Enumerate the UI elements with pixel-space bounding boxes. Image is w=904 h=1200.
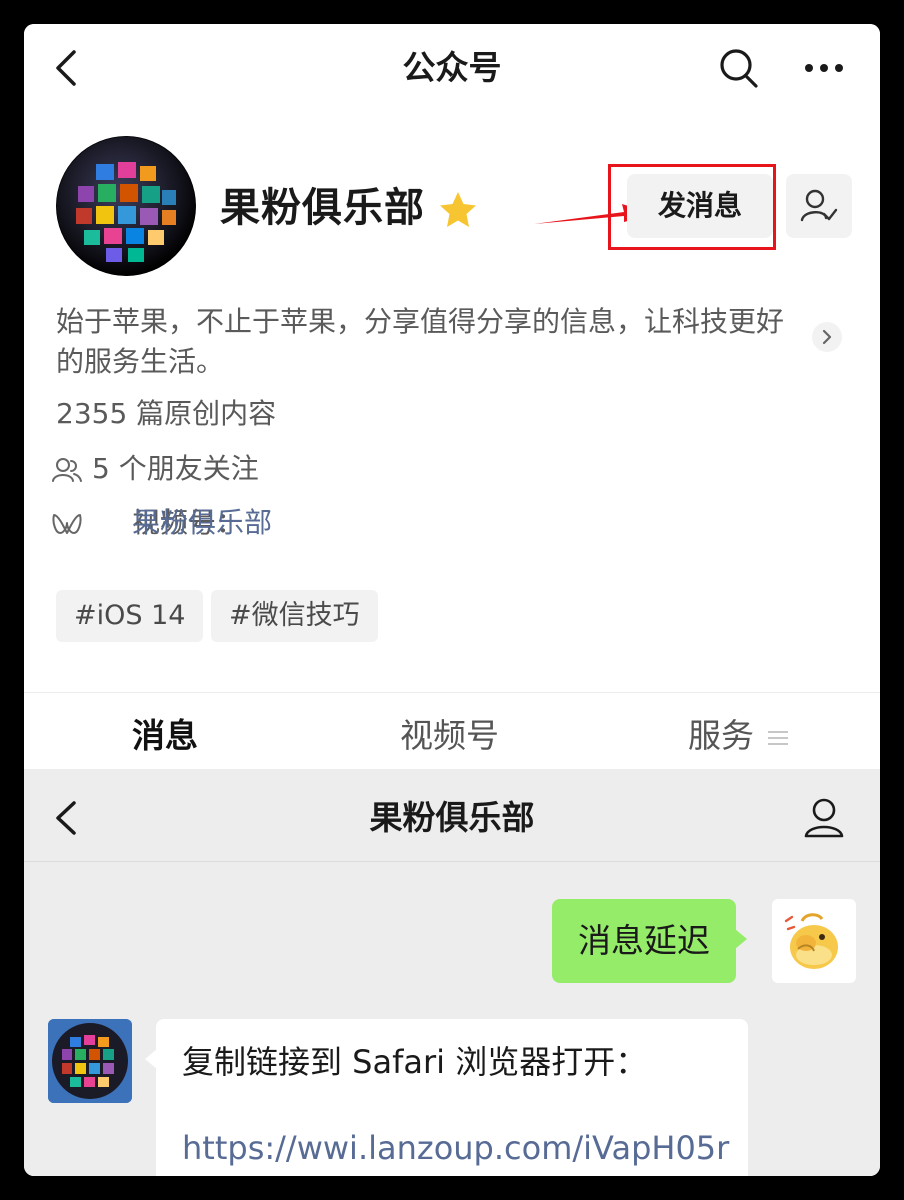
chat-nav-bar: 果粉俱乐部 xyxy=(24,769,880,862)
my-avatar[interactable] xyxy=(772,899,856,983)
original-content-count: 2355 篇原创内容 xyxy=(56,397,277,430)
tag-ios14[interactable]: #iOS 14 xyxy=(56,590,204,642)
official-account-profile: 公众号 果粉俱乐部 发消息 始于苹果，不止于苹果，分享值得分享的信息，让科技更好… xyxy=(24,24,880,769)
channels-icon xyxy=(52,514,82,534)
send-message-button[interactable]: 发消息 xyxy=(627,174,773,238)
menu-icon[interactable] xyxy=(768,730,788,746)
chat-title: 果粉俱乐部 xyxy=(369,798,535,837)
user-check-icon xyxy=(800,189,838,222)
tab-messages[interactable]: 消息 xyxy=(132,714,198,758)
friends-icon xyxy=(52,458,82,482)
account-description: 始于苹果，不止于苹果，分享值得分享的信息，让科技更好的服务生活。 xyxy=(56,305,785,378)
message-link[interactable]: https://wwi.lanzoup.com/iVapH05r xyxy=(182,1127,729,1169)
person-icon[interactable] xyxy=(802,796,846,840)
sent-message-bubble[interactable]: 消息延迟 xyxy=(552,899,747,983)
channels-name[interactable]: 果粉俱乐部 xyxy=(132,503,272,543)
friends-following-text: 5 个朋友关注 xyxy=(92,452,259,485)
received-message-bubble[interactable]: 复制链接到 Safari 浏览器打开： https://wwi.lanzoup.… xyxy=(145,1019,748,1176)
chevron-right-icon[interactable] xyxy=(812,322,842,352)
account-avatar[interactable] xyxy=(56,136,196,276)
account-chat-avatar[interactable] xyxy=(48,1019,132,1103)
tab-services[interactable]: 服务 xyxy=(688,714,754,758)
account-name: 果粉俱乐部 xyxy=(220,185,425,231)
section-divider xyxy=(24,692,880,693)
star-icon xyxy=(440,192,476,227)
top-nav-bar: 公众号 xyxy=(24,24,880,112)
app-window: 公众号 果粉俱乐部 发消息 始于苹果，不止于苹果，分享值得分享的信息，让科技更好… xyxy=(24,24,880,1176)
more-icon[interactable] xyxy=(802,46,846,90)
chat-screen: 果粉俱乐部 消息延迟 复制链接到 Safari 浏览器打开： https://w… xyxy=(24,769,880,1176)
search-icon[interactable] xyxy=(718,46,760,90)
tag-wechat-tips[interactable]: #微信技巧 xyxy=(211,590,378,642)
tab-channels[interactable]: 视频号 xyxy=(400,714,499,758)
follow-status-button[interactable] xyxy=(786,174,852,238)
message-instruction: 复制链接到 Safari 浏览器打开： xyxy=(182,1043,648,1081)
